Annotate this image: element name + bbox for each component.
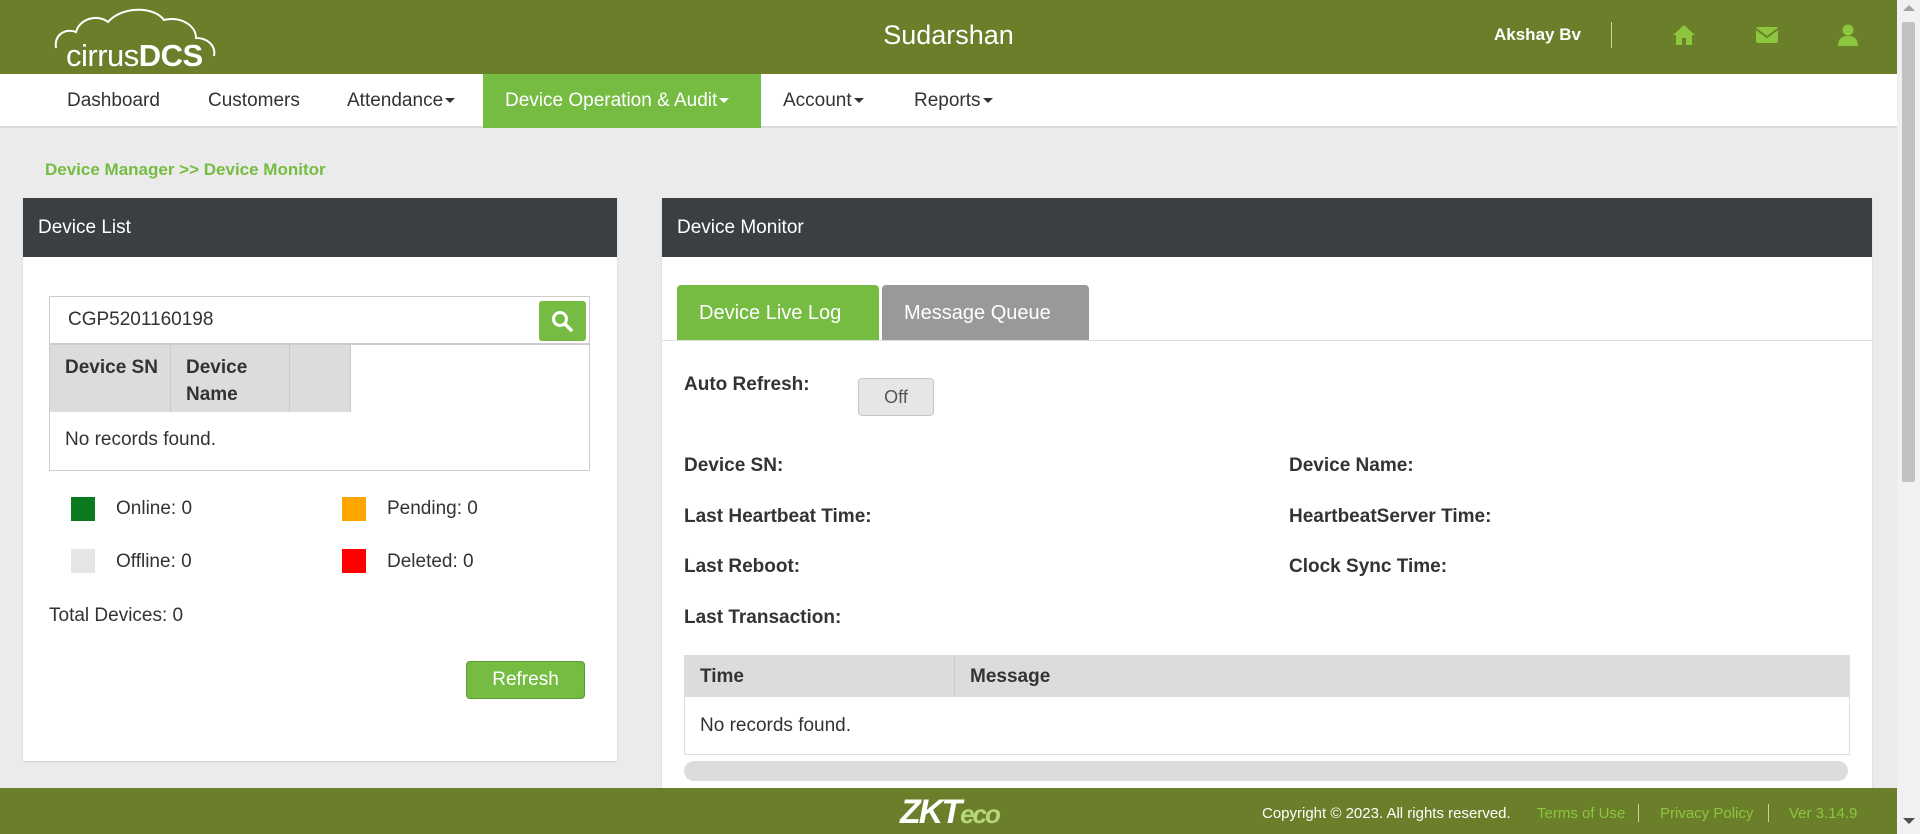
nav-attendance-label: Attendance [347,90,444,111]
device-list-empty-message: No records found. [65,429,217,450]
column-device-name[interactable]: Device Name [171,345,290,412]
terms-of-use-link[interactable]: Terms of Use [1537,805,1625,822]
device-name-label: Device Name: [1289,455,1414,476]
auto-refresh-label: Auto Refresh: [684,374,810,395]
offline-legend-swatch [71,549,95,573]
footer: ZKTeco Copyright © 2023. All rights rese… [0,788,1897,834]
caret-down-icon [445,98,456,104]
version-text: Ver 3.14.9 [1789,805,1858,822]
search-button[interactable] [539,301,586,341]
column-device-sn[interactable]: Device SN [50,345,171,412]
log-table-header: Time Message [685,656,1849,697]
auto-refresh-toggle[interactable]: Off [858,378,934,416]
nav-customers-label: Customers [208,90,300,111]
nav-account-label: Account [783,90,852,111]
total-devices: Total Devices: 0 [49,605,184,626]
log-horizontal-scrollbar[interactable] [684,761,1848,781]
live-log-table: Time Message No records found. [684,655,1850,755]
caret-down-icon [982,98,993,104]
deleted-count: Deleted: 0 [387,551,474,572]
breadcrumb[interactable]: Device Manager >> Device Monitor [45,160,326,180]
pending-legend-swatch [342,497,366,521]
zkteco-logo-sub: eco [960,799,1001,829]
device-list-table: Device SN Device Name No records found. [49,344,590,471]
clock-sync-label: Clock Sync Time: [1289,556,1448,577]
home-icon[interactable] [1671,22,1697,48]
zkteco-logo: ZKTeco [900,793,1001,832]
nav-dashboard[interactable]: Dashboard [45,74,182,128]
nav-reports-label: Reports [914,90,981,111]
top-header: cirrusDCS Sudarshan Akshay Bv [0,0,1897,74]
nav-account[interactable]: Account [761,74,886,128]
online-count: Online: 0 [116,498,193,519]
deleted-legend-swatch [342,549,366,573]
last-reboot-label: Last Reboot: [684,556,801,577]
nav-dashboard-label: Dashboard [67,90,160,111]
device-monitor-panel: Device Monitor Device Live Log Message Q… [662,198,1872,793]
search-icon [552,311,573,332]
offline-count: Offline: 0 [116,551,192,572]
pending-count: Pending: 0 [387,498,478,519]
scroll-down-arrow-icon[interactable] [1903,818,1915,824]
user-icon[interactable] [1835,22,1861,48]
refresh-button[interactable]: Refresh [466,661,585,699]
column-time[interactable]: Time [685,656,955,697]
column-actions [290,345,351,412]
nav-device-operation-label: Device Operation & Audit [505,90,718,111]
caret-down-icon [719,98,730,104]
user-name[interactable]: Akshay Bv [1494,25,1581,45]
tab-device-live-log[interactable]: Device Live Log [677,285,879,341]
scroll-up-arrow-icon[interactable] [1903,5,1915,11]
online-legend-swatch [71,497,95,521]
nav-customers[interactable]: Customers [186,74,322,128]
device-list-panel: Device List Device SN Device Name No rec… [23,198,617,761]
last-transaction-label: Last Transaction: [684,607,842,628]
column-message[interactable]: Message [955,656,1050,697]
nav-attendance[interactable]: Attendance [325,74,477,128]
device-search-box [49,296,590,344]
log-empty-message: No records found. [700,715,852,736]
header-divider [1611,22,1612,48]
nav-reports[interactable]: Reports [892,74,1015,128]
copyright-text: Copyright © 2023. All rights reserved. [1262,805,1511,822]
last-heartbeat-label: Last Heartbeat Time: [684,506,872,527]
envelope-icon[interactable] [1754,22,1780,48]
organization-name: Sudarshan [883,20,1014,50]
page-vertical-scrollbar[interactable] [1897,0,1920,834]
device-monitor-title: Device Monitor [662,198,1872,257]
main-nav: Dashboard Customers Attendance Device Op… [0,74,1897,128]
scrollbar-thumb[interactable] [1902,22,1915,482]
privacy-policy-link[interactable]: Privacy Policy [1660,805,1753,822]
footer-divider [1768,804,1769,822]
device-search-input[interactable] [50,297,540,343]
tab-divider [662,340,1872,341]
caret-down-icon [853,98,864,104]
nav-device-operation-audit[interactable]: Device Operation & Audit [483,74,761,128]
zkteco-logo-main: ZKT [900,793,962,831]
tab-message-queue[interactable]: Message Queue [882,285,1089,341]
footer-divider [1638,804,1639,822]
device-list-title: Device List [23,198,617,257]
heartbeat-server-label: HeartbeatServer Time: [1289,506,1492,527]
device-sn-label: Device SN: [684,455,784,476]
